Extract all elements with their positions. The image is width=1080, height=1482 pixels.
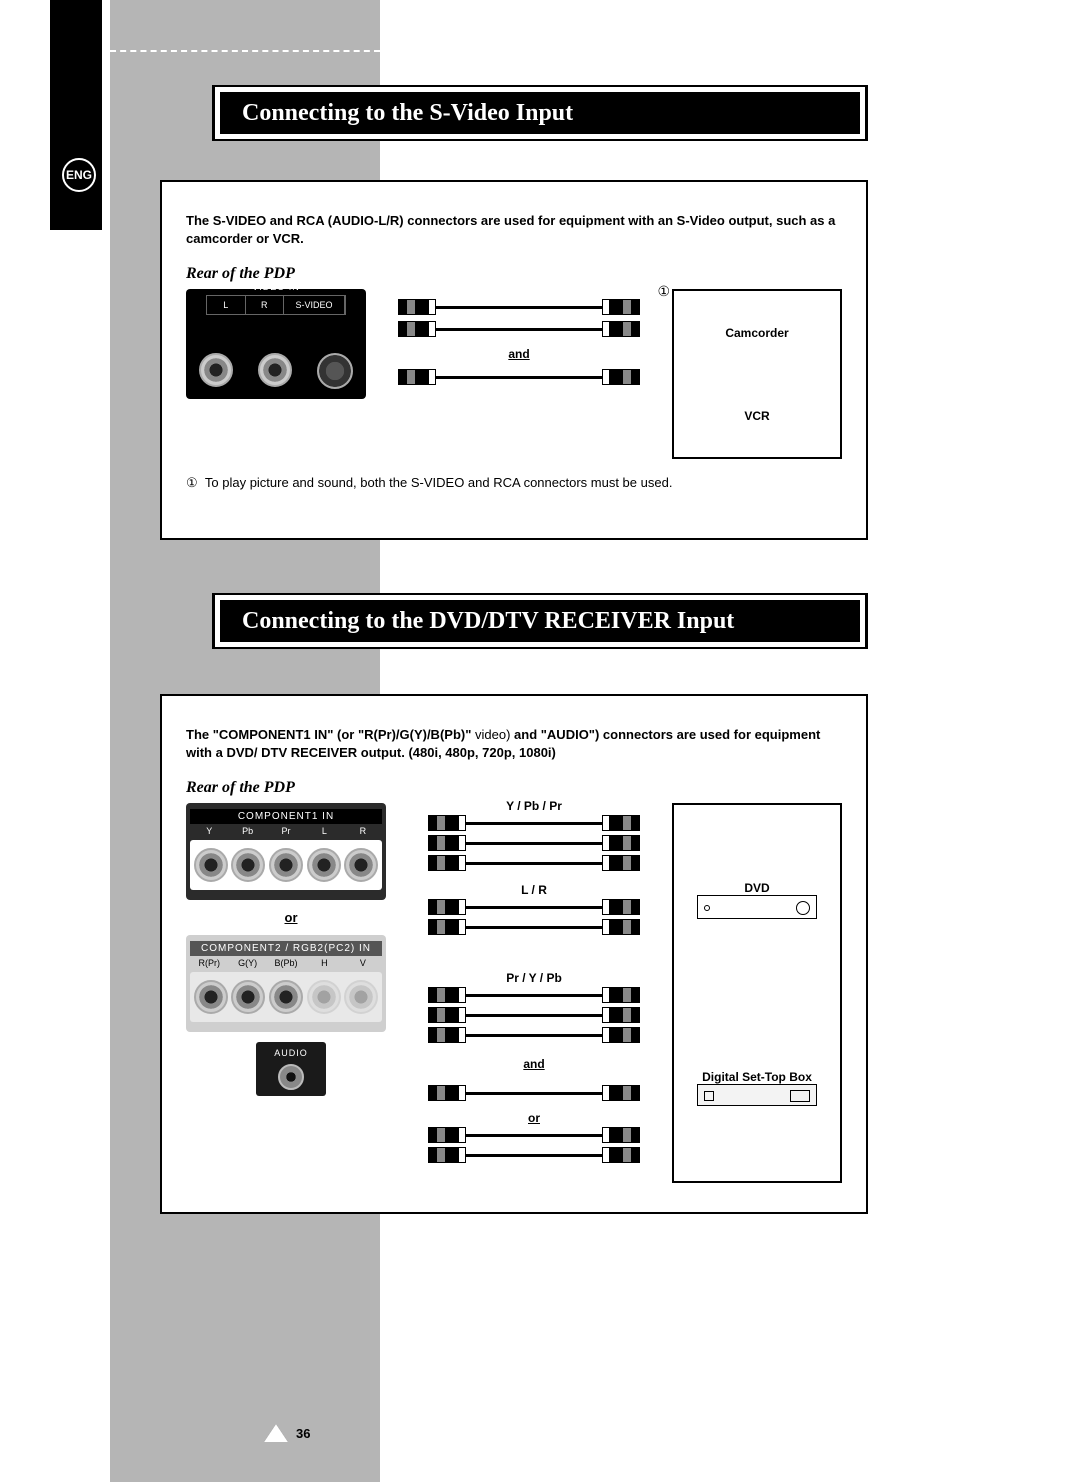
- audio-cable-icon: [428, 1127, 640, 1143]
- audio-cable-icon: [428, 1147, 640, 1163]
- manual-page: ENG Connecting to the S-Video Input The …: [0, 0, 1080, 1482]
- pdp-video-in-panel: L R S-VIDEO VIDEO IN: [186, 289, 366, 399]
- audio-header: AUDIO: [262, 1048, 320, 1058]
- section1-cables: ① and: [378, 289, 660, 419]
- component1-header: COMPONENT1 IN: [190, 809, 382, 824]
- section2-devices: DVD Digital Set-Top Box: [672, 803, 842, 1183]
- rear-of-pdp-label-2: Rear of the PDP: [186, 779, 842, 797]
- audio-jack-icon: [278, 1064, 304, 1090]
- lbl-bpb: B(Pb): [267, 958, 305, 968]
- cable-label-or: or: [408, 1111, 660, 1125]
- rca-audio-cable-icon: [398, 299, 640, 315]
- bnc-jack-icon: [269, 980, 303, 1014]
- svideo-cable-icon: [398, 369, 640, 385]
- section1-heading: Connecting to the S-Video Input: [220, 92, 860, 134]
- bnc-cable-icon: [428, 987, 640, 1003]
- lbl-rpr: R(Pr): [190, 958, 228, 968]
- bnc-jack-dim-icon: [344, 980, 378, 1014]
- panel-label-svideo: S-VIDEO: [284, 296, 345, 314]
- rca-audio-cable-icon: [398, 321, 640, 337]
- lbl-r: R: [344, 826, 382, 836]
- page-number-wrap: 36: [264, 1424, 310, 1442]
- cable-label-ypbpr: Y / Pb / Pr: [408, 799, 660, 813]
- section1-diagram: L R S-VIDEO VIDEO IN ① and: [186, 289, 842, 459]
- bnc-cable-icon: [428, 1027, 640, 1043]
- audio-cable-icon: [428, 919, 640, 935]
- vcr-label: VCR: [744, 409, 769, 423]
- lbl-h: H: [305, 958, 343, 968]
- video-in-strip: L R S-VIDEO VIDEO IN: [206, 295, 346, 315]
- section2-intro: The "COMPONENT1 IN" (or "R(Pr)/G(Y)/B(Pb…: [186, 726, 842, 761]
- section2-cables: Y / Pb / Pr L / R Pr / Y / Pb and or: [408, 803, 660, 1183]
- rear-of-pdp-label-1: Rear of the PDP: [186, 265, 842, 283]
- lbl-v: V: [344, 958, 382, 968]
- footnote-marker: ①: [186, 475, 198, 490]
- audio-cable-icon: [428, 899, 640, 915]
- bnc-cable-icon: [428, 1007, 640, 1023]
- stb-label: Digital Set-Top Box: [697, 1070, 817, 1084]
- or-label-1: or: [186, 910, 396, 925]
- component1-labels: Y Pb Pr L R: [190, 826, 382, 836]
- dvd-player-icon: [697, 895, 817, 919]
- rca-jack-r-icon: [258, 353, 292, 387]
- cable-label-and: and: [408, 1057, 660, 1071]
- panel-header-video-in: VIDEO IN: [207, 282, 345, 292]
- section1-footnote: ① To play picture and sound, both the S-…: [186, 475, 842, 491]
- camcorder-label: Camcorder: [725, 326, 788, 340]
- bnc-jack-icon: [231, 980, 265, 1014]
- panel-label-r: R: [246, 296, 285, 314]
- cable-label-prypb: Pr / Y / Pb: [408, 971, 660, 985]
- intro-p3: video): [471, 727, 510, 742]
- dvd-label: DVD: [697, 881, 817, 895]
- component2-header: COMPONENT2 / RGB2(PC2) IN: [190, 941, 382, 956]
- rca-jack-icon: [231, 848, 265, 882]
- section2-heading: Connecting to the DVD/DTV RECEIVER Input: [220, 600, 860, 642]
- lbl-l: L: [305, 826, 343, 836]
- and-label: and: [378, 347, 660, 361]
- cable-label-lr: L / R: [408, 883, 660, 897]
- bnc-jack-dim-icon: [307, 980, 341, 1014]
- lbl-gy: G(Y): [228, 958, 266, 968]
- audio-panel: AUDIO: [256, 1042, 326, 1096]
- section2-box: The "COMPONENT1 IN" (or "R(Pr)/G(Y)/B(Pb…: [160, 694, 868, 1214]
- left-black-stripe: [50, 0, 102, 230]
- component1-panel: COMPONENT1 IN Y Pb Pr L R: [186, 803, 386, 900]
- lbl-pb: Pb: [228, 826, 266, 836]
- lbl-pr: Pr: [267, 826, 305, 836]
- rca-jack-icon: [194, 848, 228, 882]
- section1-intro: The S-VIDEO and RCA (AUDIO-L/R) connecto…: [186, 212, 842, 247]
- section1-box: The S-VIDEO and RCA (AUDIO-L/R) connecto…: [160, 180, 868, 540]
- pdp-component-panels: COMPONENT1 IN Y Pb Pr L R: [186, 803, 396, 1096]
- panel-label-l: L: [207, 296, 246, 314]
- component-cable-icon: [428, 835, 640, 851]
- component-cable-icon: [428, 815, 640, 831]
- intro-p1: The "COMPONENT1 IN" (or: [186, 727, 354, 742]
- page-number: 36: [296, 1426, 310, 1441]
- page-triangle-icon: [264, 1424, 288, 1442]
- bnc-jack-icon: [194, 980, 228, 1014]
- component-cable-icon: [428, 855, 640, 871]
- svideo-jack-icon: [317, 353, 353, 389]
- component2-labels: R(Pr) G(Y) B(Pb) H V: [190, 958, 382, 968]
- component2-panel: COMPONENT2 / RGB2(PC2) IN R(Pr) G(Y) B(P…: [186, 935, 386, 1032]
- language-badge: ENG: [62, 158, 96, 192]
- rca-jack-icon: [307, 848, 341, 882]
- footnote-text: To play picture and sound, both the S-VI…: [205, 475, 673, 490]
- section1-devices: Camcorder VCR: [672, 289, 842, 459]
- lbl-y: Y: [190, 826, 228, 836]
- audio-single-cable-icon: [428, 1085, 640, 1101]
- rca-jack-l-icon: [199, 353, 233, 387]
- intro-p2: "R(Pr)/G(Y)/B(Pb)": [354, 727, 471, 742]
- rca-jack-icon: [344, 848, 378, 882]
- set-top-box-icon: [697, 1084, 817, 1106]
- cable-marker-1: ①: [657, 283, 670, 300]
- rca-jack-icon: [269, 848, 303, 882]
- section2-diagram: COMPONENT1 IN Y Pb Pr L R: [186, 803, 842, 1183]
